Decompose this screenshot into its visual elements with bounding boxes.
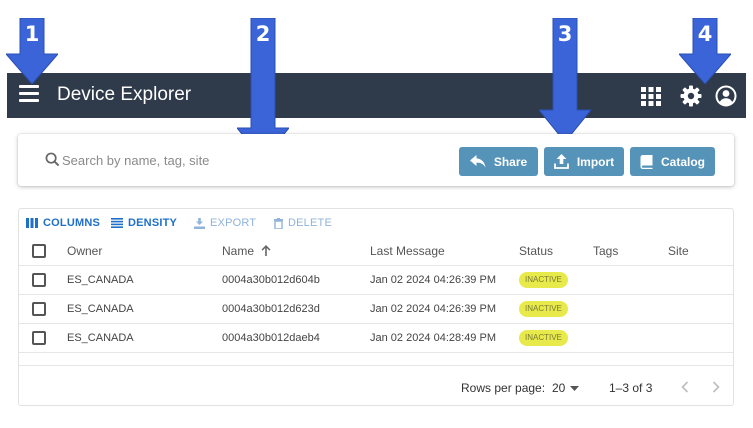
chevron-left-icon[interactable] — [681, 381, 689, 393]
row-checkbox[interactable] — [32, 331, 46, 345]
column-header-name-label: Name — [222, 244, 255, 258]
table-row[interactable]: ES_CANADA 0004a30b012daeb4 Jan 02 2024 0… — [19, 324, 733, 353]
dropdown-arrow-icon — [570, 385, 580, 391]
callout-number: 2 — [255, 22, 271, 46]
callout-number: 1 — [24, 22, 40, 46]
book-icon — [640, 154, 653, 169]
import-button[interactable]: Import — [544, 147, 624, 176]
density-label: DENSITY — [128, 217, 178, 229]
columns-icon — [26, 218, 38, 228]
density-icon — [111, 218, 123, 228]
share-button[interactable]: Share — [459, 147, 538, 176]
cell-name: 0004a30b012daeb4 — [222, 332, 320, 344]
table-row[interactable]: ES_CANADA 0004a30b012d604b Jan 02 2024 0… — [19, 266, 733, 295]
cell-owner: ES_CANADA — [67, 332, 134, 344]
export-button[interactable]: EXPORT — [194, 217, 256, 229]
callout-arrow-1: 1 — [4, 17, 60, 85]
top-app-bar: Device Explorer — [7, 73, 746, 118]
export-icon — [194, 217, 205, 229]
callout-arrow-3: 3 — [537, 17, 593, 143]
row-checkbox[interactable] — [32, 273, 46, 287]
callout-number: 4 — [697, 22, 713, 46]
status-badge: INACTIVE — [519, 301, 568, 318]
settings-gear-icon[interactable] — [679, 84, 703, 108]
cell-name: 0004a30b012d623d — [222, 303, 320, 315]
cell-last-message: Jan 02 2024 04:26:39 PM — [370, 303, 496, 315]
import-label: Import — [576, 154, 615, 169]
callout-number: 3 — [557, 22, 573, 46]
cell-owner: ES_CANADA — [67, 274, 134, 286]
upload-icon — [553, 154, 569, 169]
table-header-row: Owner Name Last Message Status Tags Site — [19, 237, 733, 266]
apps-grid-icon[interactable] — [639, 84, 663, 108]
cell-last-message: Jan 02 2024 04:28:49 PM — [370, 332, 496, 344]
menu-icon[interactable] — [19, 85, 39, 103]
cell-status: INACTIVE — [519, 295, 568, 323]
share-icon — [469, 155, 486, 168]
density-button[interactable]: DENSITY — [111, 217, 177, 229]
rows-per-page-label: Rows per page: — [461, 381, 546, 395]
column-header-last-message[interactable]: Last Message — [370, 237, 445, 265]
app-title: Device Explorer — [57, 84, 192, 105]
status-badge: INACTIVE — [519, 330, 568, 347]
columns-label: COLUMNS — [43, 217, 101, 229]
column-header-status[interactable]: Status — [519, 237, 553, 265]
column-header-name[interactable]: Name — [222, 237, 271, 265]
cell-owner: ES_CANADA — [67, 303, 134, 315]
cell-name: 0004a30b012d604b — [222, 274, 320, 286]
delete-label: DELETE — [288, 217, 332, 229]
rows-per-page-select[interactable]: 20 — [552, 379, 580, 397]
select-all-checkbox[interactable] — [32, 244, 46, 258]
column-header-site[interactable]: Site — [668, 237, 689, 265]
share-label: Share — [493, 154, 528, 169]
column-header-tags[interactable]: Tags — [593, 237, 618, 265]
columns-button[interactable]: COLUMNS — [26, 217, 100, 229]
cell-status: INACTIVE — [519, 266, 568, 294]
account-circle-icon[interactable] — [714, 84, 738, 108]
delete-icon — [274, 217, 283, 229]
pagination-range: 1–3 of 3 — [609, 381, 653, 395]
export-label: EXPORT — [210, 217, 257, 229]
search-input[interactable] — [62, 149, 392, 171]
catalog-label: Catalog — [660, 154, 705, 169]
catalog-button[interactable]: Catalog — [630, 147, 715, 176]
column-header-owner[interactable]: Owner — [67, 237, 102, 265]
pagination-footer: Rows per page: 20 1–3 of 3 — [19, 365, 733, 407]
row-checkbox[interactable] — [32, 302, 46, 316]
status-badge: INACTIVE — [519, 272, 568, 289]
search-bar-card: Share Import Catalog — [18, 134, 734, 186]
search-icon — [45, 152, 60, 167]
chevron-right-icon[interactable] — [712, 381, 720, 393]
rows-per-page-value: 20 — [552, 381, 566, 395]
cell-status: INACTIVE — [519, 324, 568, 352]
callout-arrow-4: 4 — [677, 17, 733, 85]
cell-last-message: Jan 02 2024 04:26:39 PM — [370, 274, 496, 286]
sort-arrow-up-icon[interactable] — [261, 245, 271, 256]
table-row[interactable]: ES_CANADA 0004a30b012d623d Jan 02 2024 0… — [19, 295, 733, 324]
delete-button[interactable]: DELETE — [274, 217, 332, 229]
device-data-grid: COLUMNS DENSITY EXPORT DELETE Owner Name… — [18, 208, 734, 406]
grid-toolbar: COLUMNS DENSITY EXPORT DELETE — [19, 209, 733, 237]
